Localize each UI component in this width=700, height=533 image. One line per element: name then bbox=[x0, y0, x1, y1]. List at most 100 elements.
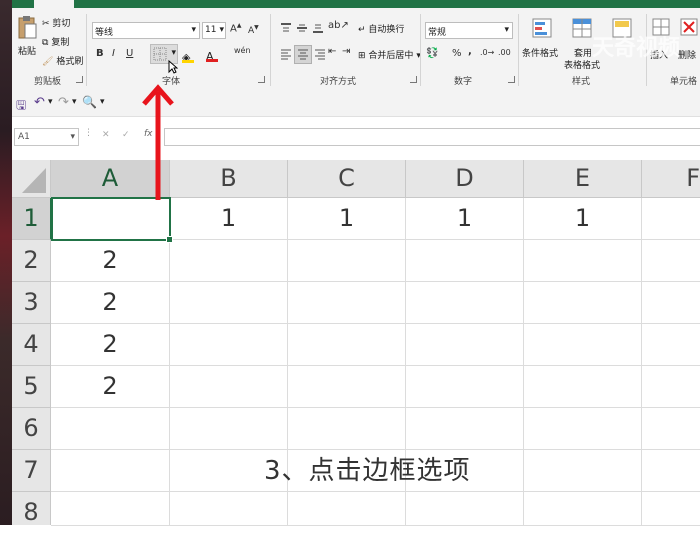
cell-f4[interactable] bbox=[642, 324, 700, 366]
column-header-f[interactable]: F bbox=[642, 160, 700, 198]
cell-e5[interactable] bbox=[524, 366, 642, 408]
cell-b2[interactable] bbox=[170, 240, 288, 282]
cell-f7[interactable] bbox=[642, 450, 700, 492]
increase-font-size-icon[interactable]: A▲ bbox=[230, 22, 241, 34]
increase-indent-icon[interactable]: ⇥ bbox=[342, 46, 350, 57]
cell-f6[interactable] bbox=[642, 408, 700, 450]
bottom-align-icon[interactable] bbox=[312, 22, 324, 34]
cell-d3[interactable] bbox=[406, 282, 524, 324]
cell-b3[interactable] bbox=[170, 282, 288, 324]
phonetic-guide-icon[interactable]: wén bbox=[234, 46, 251, 55]
cell-a3[interactable]: 2 bbox=[51, 282, 170, 324]
align-right-icon[interactable] bbox=[314, 48, 326, 60]
row-header-2[interactable]: 2 bbox=[12, 240, 51, 282]
column-header-b[interactable]: B bbox=[170, 160, 288, 198]
cell-a5[interactable]: 2 bbox=[51, 366, 170, 408]
fill-handle[interactable] bbox=[166, 236, 173, 243]
format-painter-button[interactable]: 🖌 格式刷 bbox=[42, 54, 83, 67]
comma-button[interactable]: , bbox=[468, 46, 472, 57]
cell-a2[interactable]: 2 bbox=[51, 240, 170, 282]
decrease-indent-icon[interactable]: ⇤ bbox=[328, 46, 336, 57]
cell-e8[interactable] bbox=[524, 492, 642, 526]
row-header-1[interactable]: 1 bbox=[12, 198, 52, 240]
top-align-icon[interactable] bbox=[280, 22, 292, 34]
cell-c5[interactable] bbox=[288, 366, 406, 408]
cell-f1[interactable] bbox=[642, 198, 700, 240]
column-header-c[interactable]: C bbox=[288, 160, 406, 198]
conditional-format-button[interactable]: 条件格式 bbox=[522, 16, 562, 66]
chevron-down-icon[interactable]: ▾ bbox=[48, 97, 53, 107]
cell-e7[interactable] bbox=[524, 450, 642, 492]
orientation-icon[interactable]: ab↗ bbox=[328, 20, 349, 31]
cell-c2[interactable] bbox=[288, 240, 406, 282]
customize-toolbar-icon[interactable]: ▾ bbox=[100, 97, 105, 107]
align-left-icon[interactable] bbox=[280, 48, 292, 60]
font-name-select[interactable]: 等线 ▾ bbox=[92, 22, 200, 39]
name-box[interactable]: A1 ▾ bbox=[14, 128, 79, 146]
font-dialog-launcher[interactable] bbox=[258, 76, 265, 83]
cut-button[interactable]: ✂ 剪切 bbox=[42, 16, 70, 29]
column-header-d[interactable]: D bbox=[406, 160, 524, 198]
cell-c3[interactable] bbox=[288, 282, 406, 324]
save-icon[interactable]: 🖫 bbox=[16, 96, 26, 117]
cell-c6[interactable] bbox=[288, 408, 406, 450]
column-header-e[interactable]: E bbox=[524, 160, 642, 198]
cell-c4[interactable] bbox=[288, 324, 406, 366]
cell-e6[interactable] bbox=[524, 408, 642, 450]
increase-decimal-icon[interactable]: .0→ bbox=[480, 48, 494, 57]
print-preview-icon[interactable]: 🔍 bbox=[82, 95, 97, 109]
cell-b6[interactable] bbox=[170, 408, 288, 450]
selected-cell-a1[interactable] bbox=[51, 197, 173, 243]
cell-d6[interactable] bbox=[406, 408, 524, 450]
decrease-font-size-icon[interactable]: A▼ bbox=[248, 24, 259, 36]
cell-e1[interactable]: 1 bbox=[524, 198, 642, 240]
font-color-button[interactable]: A bbox=[206, 45, 226, 63]
italic-button[interactable]: I bbox=[112, 48, 115, 59]
cell-d4[interactable] bbox=[406, 324, 524, 366]
cell-c1[interactable]: 1 bbox=[288, 198, 406, 240]
number-dialog-launcher[interactable] bbox=[508, 76, 515, 83]
paste-button[interactable]: 粘贴 bbox=[16, 14, 38, 62]
copy-button[interactable]: ⧉ 复制 bbox=[42, 35, 69, 48]
select-all-corner[interactable] bbox=[12, 160, 51, 198]
undo-icon[interactable]: ↶ bbox=[34, 95, 45, 110]
bold-button[interactable]: B bbox=[96, 48, 104, 59]
row-header-4[interactable]: 4 bbox=[12, 324, 51, 366]
row-header-6[interactable]: 6 bbox=[12, 408, 51, 450]
decrease-decimal-icon[interactable]: .00 bbox=[498, 48, 511, 57]
cell-e2[interactable] bbox=[524, 240, 642, 282]
clipboard-dialog-launcher[interactable] bbox=[76, 76, 83, 83]
wrap-text-button[interactable]: ↵ 自动换行 bbox=[358, 22, 404, 35]
fill-color-button[interactable]: ◈ bbox=[182, 46, 202, 64]
cell-d1[interactable]: 1 bbox=[406, 198, 524, 240]
middle-align-icon[interactable] bbox=[296, 22, 308, 34]
currency-icon[interactable]: 💱 bbox=[426, 48, 438, 59]
cell-e4[interactable] bbox=[524, 324, 642, 366]
formula-input[interactable] bbox=[164, 128, 700, 146]
alignment-dialog-launcher[interactable] bbox=[410, 76, 417, 83]
font-size-select[interactable]: 11 ▾ bbox=[202, 22, 226, 39]
cell-f3[interactable] bbox=[642, 282, 700, 324]
merge-center-button[interactable]: ⊞ 合并后居中 ▾ bbox=[358, 48, 421, 61]
cell-a6[interactable] bbox=[51, 408, 170, 450]
cell-a8[interactable] bbox=[51, 492, 170, 526]
cell-a7[interactable] bbox=[51, 450, 170, 492]
options-dots-icon[interactable]: ⋮ bbox=[84, 128, 93, 138]
percent-button[interactable]: % bbox=[452, 48, 462, 59]
cell-b4[interactable] bbox=[170, 324, 288, 366]
cell-d8[interactable] bbox=[406, 492, 524, 526]
cell-f2[interactable] bbox=[642, 240, 700, 282]
row-header-8[interactable]: 8 bbox=[12, 492, 51, 526]
cell-f8[interactable] bbox=[642, 492, 700, 526]
row-header-3[interactable]: 3 bbox=[12, 282, 51, 324]
cell-d5[interactable] bbox=[406, 366, 524, 408]
chevron-down-icon[interactable]: ▾ bbox=[72, 97, 77, 107]
align-center-button[interactable] bbox=[294, 45, 312, 64]
cell-a4[interactable]: 2 bbox=[51, 324, 170, 366]
tab-home[interactable] bbox=[34, 0, 74, 8]
row-header-5[interactable]: 5 bbox=[12, 366, 51, 408]
underline-button[interactable]: U bbox=[126, 48, 133, 59]
number-format-select[interactable]: 常规 ▾ bbox=[425, 22, 513, 39]
cancel-icon[interactable]: ✕ bbox=[102, 130, 110, 140]
redo-icon[interactable]: ↷ bbox=[58, 95, 69, 110]
